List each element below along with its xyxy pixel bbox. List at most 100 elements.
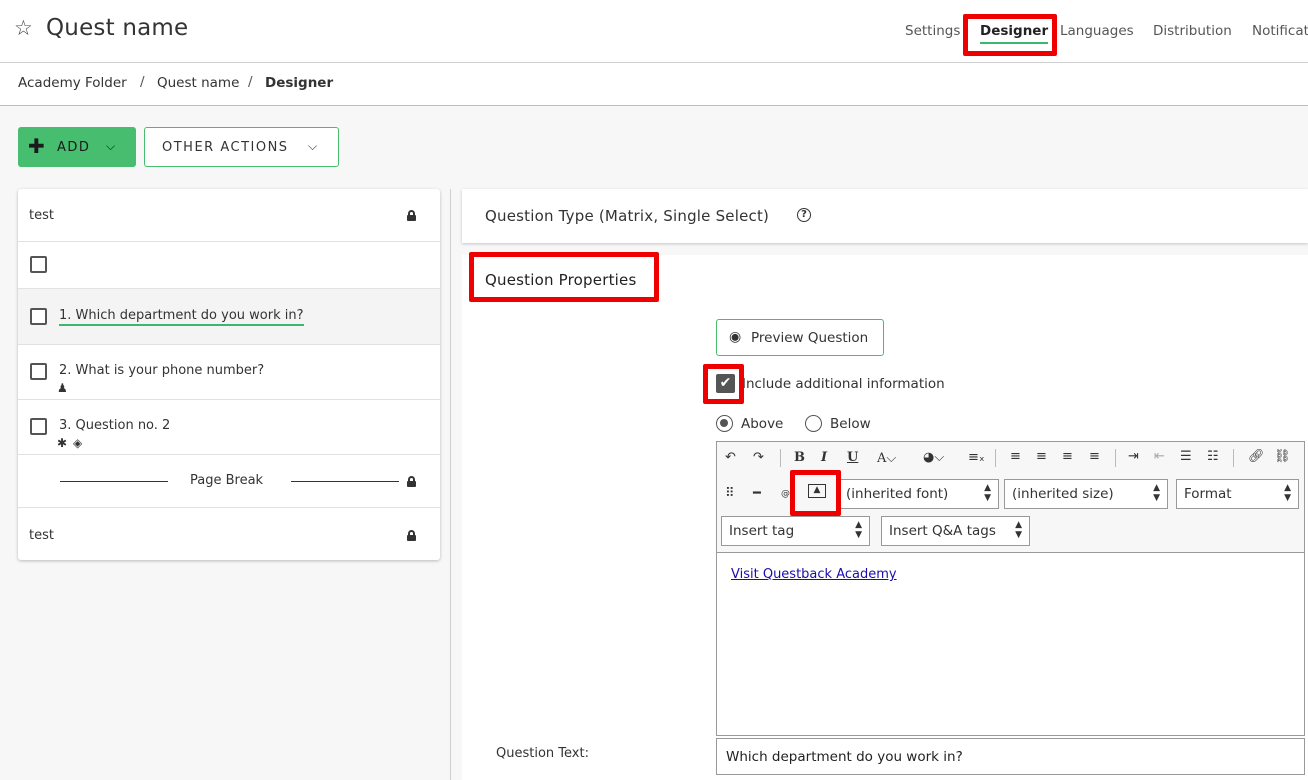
indent-icon[interactable]: ⇥: [1128, 449, 1139, 465]
list-item-question-3[interactable]: 3. Question no. 2 ✱ ◈: [18, 400, 440, 455]
question-list: test 1. Which department do you work in?…: [18, 189, 440, 560]
list-item-outro[interactable]: test: [18, 508, 440, 560]
unlink-icon[interactable]: ⛓︎: [1274, 449, 1291, 465]
highlight-color-icon[interactable]: ◕⌵: [923, 450, 944, 466]
insert-qa-tags-select[interactable]: Insert Q&A tags ▲ ▼: [881, 516, 1030, 546]
preview-question-button[interactable]: ◉ Preview Question: [716, 319, 884, 356]
select-arrows-icon: ▲ ▼: [984, 483, 991, 503]
radio-selected-dot: [720, 419, 728, 427]
star-icon[interactable]: ☆: [14, 17, 33, 39]
question-text-input[interactable]: Which department do you work in?: [716, 738, 1305, 775]
question-1-text[interactable]: 1. Which department do you work in?: [59, 308, 304, 326]
tab-settings[interactable]: Settings: [905, 23, 960, 39]
insert-qa-tags-value: Insert Q&A tags: [889, 523, 996, 539]
table-icon[interactable]: ⠿: [725, 486, 735, 502]
eye-icon: ◉: [729, 329, 742, 345]
toolbar-separator: [1115, 449, 1116, 467]
text-color-icon[interactable]: A⌵: [877, 451, 896, 467]
select-arrows-icon: ▲ ▼: [1015, 520, 1022, 540]
lock-icon: [407, 476, 416, 487]
other-actions-button[interactable]: OTHER ACTIONS ⌵: [144, 127, 339, 167]
align-justify-icon[interactable]: ≡: [1089, 449, 1100, 465]
numbered-list-icon[interactable]: ☰: [1180, 449, 1192, 465]
undo-icon[interactable]: ↶: [725, 450, 736, 466]
underline-icon[interactable]: U: [847, 450, 858, 466]
radio-above[interactable]: [716, 415, 733, 432]
tag-icon: ◈: [73, 436, 83, 450]
lock-icon: [407, 210, 416, 221]
highlight-designer-tab: [963, 14, 1057, 56]
lock-icon: [407, 530, 416, 541]
select-arrows-icon: ▲ ▼: [1284, 483, 1291, 503]
list-item-question-1[interactable]: 1. Which department do you work in?: [18, 289, 440, 345]
outdent-icon[interactable]: ⇤: [1154, 449, 1165, 465]
academy-link[interactable]: Visit Questback Academy: [731, 567, 897, 582]
tab-distribution[interactable]: Distribution: [1153, 23, 1232, 39]
toolbar-separator: [995, 449, 996, 467]
font-select-value: (inherited font): [846, 486, 949, 502]
size-select-value: (inherited size): [1012, 486, 1114, 502]
required-asterisk-icon: ✱: [57, 436, 68, 450]
page-break-line-left: [60, 481, 168, 482]
breadcrumb-designer: Designer: [265, 75, 334, 91]
question-2-text[interactable]: 2. What is your phone number?: [59, 363, 264, 378]
highlight-insert-image: [790, 470, 841, 516]
align-center-icon[interactable]: ≡: [1036, 449, 1047, 465]
breadcrumb-quest-name[interactable]: Quest name: [157, 75, 239, 91]
list-select-all-row: [18, 242, 440, 289]
highlight-include-checkbox: [703, 364, 744, 404]
anchor-icon[interactable]: @: [781, 486, 790, 502]
page-break-line-right: [291, 481, 399, 482]
bold-icon[interactable]: B: [794, 450, 805, 466]
select-arrows-icon: ▲ ▼: [1153, 483, 1160, 503]
page-break-label: Page Break: [190, 473, 264, 488]
format-select-value: Format: [1184, 486, 1232, 502]
panel-divider[interactable]: [450, 189, 451, 780]
format-select[interactable]: Format ▲ ▼: [1176, 479, 1299, 509]
align-left-icon[interactable]: ≡: [1010, 449, 1021, 465]
radio-below-label: Below: [830, 416, 871, 432]
question-checkbox[interactable]: [30, 363, 47, 380]
question-3-text[interactable]: 3. Question no. 2: [59, 418, 170, 433]
question-text-label: Question Text:: [496, 746, 589, 761]
font-select[interactable]: (inherited font) ▲ ▼: [838, 479, 999, 509]
breadcrumb-academy-folder[interactable]: Academy Folder: [18, 75, 127, 91]
tab-notifications[interactable]: Notificat: [1252, 23, 1308, 39]
redo-icon[interactable]: ↷: [753, 450, 764, 466]
help-icon[interactable]: ?: [797, 208, 811, 222]
other-actions-label: OTHER ACTIONS: [162, 140, 289, 155]
clear-format-icon[interactable]: ≡ₓ: [968, 450, 985, 466]
toolbar-separator: [780, 449, 781, 467]
tab-languages[interactable]: Languages: [1060, 23, 1134, 39]
question-properties-panel: Question Properties ◉ Preview Question ✔…: [462, 255, 1308, 780]
select-arrows-icon: ▲ ▼: [855, 520, 862, 540]
list-item-page-break[interactable]: Page Break: [18, 455, 440, 508]
select-all-checkbox[interactable]: [30, 256, 47, 273]
insert-tag-select[interactable]: Insert tag ▲ ▼: [721, 516, 870, 546]
insert-tag-value: Insert tag: [729, 523, 795, 539]
person-icon: ♟: [57, 381, 68, 395]
italic-icon[interactable]: I: [821, 450, 827, 466]
breadcrumb-separator: /: [140, 74, 145, 90]
question-checkbox[interactable]: [30, 308, 47, 325]
list-item-intro[interactable]: test: [18, 189, 440, 242]
top-bar: ☆ Quest name Settings Designer Languages…: [0, 0, 1308, 63]
radio-below[interactable]: [805, 415, 822, 432]
chevron-down-icon: ⌵: [308, 139, 319, 153]
radio-above-label: Above: [741, 416, 784, 432]
list-item-text: test: [29, 528, 54, 543]
toolbar-separator: [1233, 449, 1234, 467]
bulleted-list-icon[interactable]: ☷: [1207, 449, 1219, 465]
question-checkbox[interactable]: [30, 418, 47, 435]
size-select[interactable]: (inherited size) ▲ ▼: [1004, 479, 1168, 509]
align-right-icon[interactable]: ≡: [1062, 449, 1073, 465]
horizontal-rule-icon[interactable]: ━: [753, 486, 761, 502]
editor-content-area[interactable]: Visit Questback Academy: [717, 552, 1304, 735]
list-item-text: test: [29, 208, 54, 223]
link-icon[interactable]: 🔗︎: [1248, 449, 1265, 465]
list-item-question-2[interactable]: 2. What is your phone number? ♟: [18, 345, 440, 400]
chevron-down-icon: ⌵: [106, 139, 117, 153]
add-button[interactable]: ✚ ADD ⌵: [18, 127, 136, 167]
breadcrumb-separator: /: [248, 74, 253, 90]
question-text-value: Which department do you work in?: [726, 749, 963, 765]
